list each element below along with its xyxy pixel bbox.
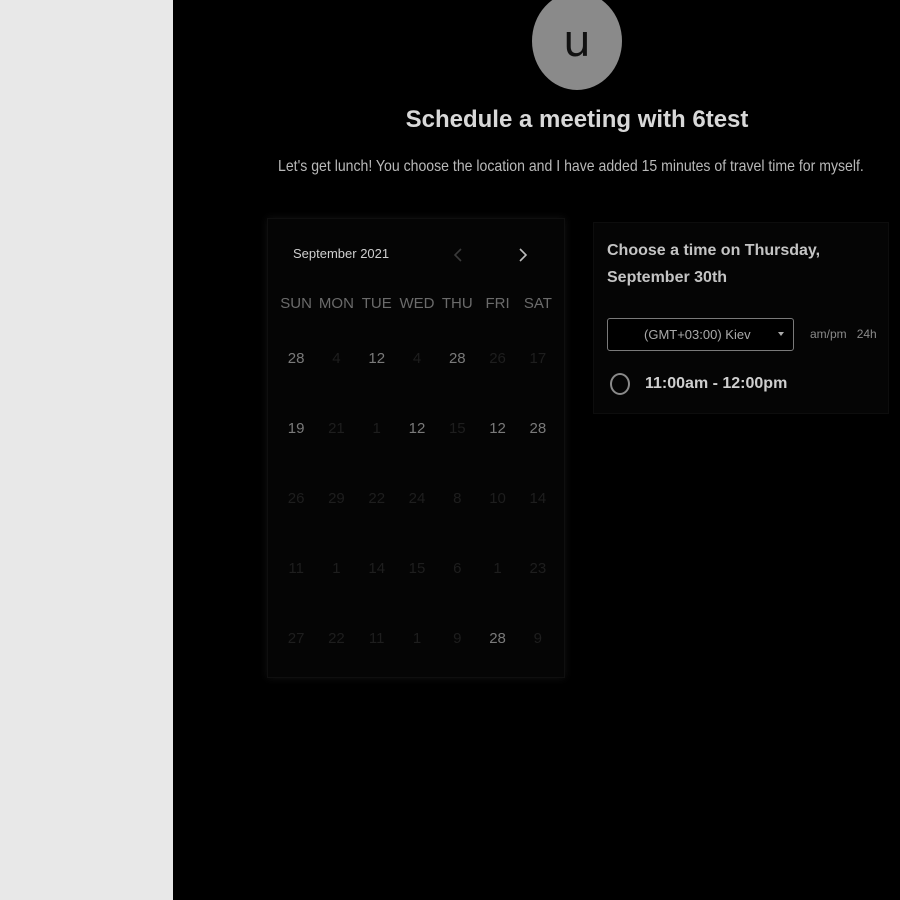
- event-description: Let's get lunch! You choose the location…: [278, 158, 864, 175]
- day-cell[interactable]: 8: [437, 463, 477, 533]
- booking-page: u Schedule a meeting with 6test Let's ge…: [173, 0, 900, 900]
- timezone-value: (GMT+03:00) Kiev: [644, 327, 751, 342]
- time-picker: Choose a time on Thursday, September 30t…: [593, 222, 889, 414]
- weekday-label: SAT: [523, 295, 552, 312]
- month-label: September 2021: [293, 246, 390, 261]
- weekday-label: TUE: [361, 295, 392, 312]
- day-cell[interactable]: 12: [397, 393, 437, 463]
- day-cell[interactable]: 21: [316, 393, 356, 463]
- day-cell[interactable]: 14: [518, 463, 558, 533]
- previous-month-button[interactable]: [446, 243, 470, 267]
- day-cell[interactable]: 9: [518, 603, 558, 673]
- day-cell[interactable]: 17: [518, 323, 558, 393]
- day-cell[interactable]: 27: [276, 603, 316, 673]
- day-cell[interactable]: 1: [316, 533, 356, 603]
- day-cell[interactable]: 22: [357, 463, 397, 533]
- timezone-select[interactable]: (GMT+03:00) Kiev: [607, 318, 794, 351]
- left-panel: [0, 0, 173, 900]
- time-picker-heading: Choose a time on Thursday, September 30t…: [607, 242, 821, 286]
- weekday-label: SUN: [280, 295, 312, 312]
- day-cell[interactable]: 1: [357, 393, 397, 463]
- weekday-label: THU: [441, 295, 473, 312]
- weekday-label: FRI: [485, 295, 510, 312]
- day-cell[interactable]: 14: [357, 533, 397, 603]
- page-title: Schedule a meeting with 6test: [405, 106, 749, 133]
- time-format-toggle: am/pm 24h: [810, 327, 877, 341]
- format-12h-option[interactable]: am/pm: [810, 327, 847, 341]
- day-cell[interactable]: 9: [437, 603, 477, 673]
- calendar: September 2021 SUN MON TUE WED THU FRI S…: [267, 218, 565, 678]
- day-cell[interactable]: 29: [316, 463, 356, 533]
- format-24h-option[interactable]: 24h: [857, 327, 877, 341]
- day-cell[interactable]: 1: [397, 603, 437, 673]
- day-cell[interactable]: 26: [276, 463, 316, 533]
- day-cell[interactable]: 22: [316, 603, 356, 673]
- day-cell[interactable]: 6: [437, 533, 477, 603]
- weekday-label: MON: [318, 295, 354, 312]
- day-cell[interactable]: 26: [477, 323, 517, 393]
- time-slot[interactable]: 11:00am - 12:00pm: [610, 373, 787, 395]
- day-cell[interactable]: 24: [397, 463, 437, 533]
- day-cell[interactable]: 1: [477, 533, 517, 603]
- day-grid: 28 4 12 4 28 26 17 19 21 1 12 15 12 28 2…: [276, 323, 558, 673]
- radio-button[interactable]: [610, 373, 630, 395]
- weekday-label: WED: [399, 295, 435, 312]
- weekday-header: SUN MON TUE WED THU FRI SAT: [276, 295, 558, 312]
- day-cell[interactable]: 28: [518, 393, 558, 463]
- next-month-button[interactable]: [511, 243, 535, 267]
- day-cell[interactable]: 15: [437, 393, 477, 463]
- avatar-letter: u: [563, 15, 591, 67]
- day-cell[interactable]: 11: [357, 603, 397, 673]
- day-cell[interactable]: 28: [276, 323, 316, 393]
- time-slot-label: 11:00am - 12:00pm: [645, 375, 788, 392]
- day-cell[interactable]: 23: [518, 533, 558, 603]
- avatar: u: [532, 0, 622, 90]
- day-cell[interactable]: 4: [397, 323, 437, 393]
- day-cell[interactable]: 12: [477, 393, 517, 463]
- day-cell[interactable]: 12: [357, 323, 397, 393]
- chevron-left-icon: [453, 248, 462, 262]
- day-cell[interactable]: 11: [276, 533, 316, 603]
- day-cell[interactable]: 10: [477, 463, 517, 533]
- day-cell[interactable]: 4: [316, 323, 356, 393]
- chevron-right-icon: [519, 248, 528, 262]
- day-cell[interactable]: 15: [397, 533, 437, 603]
- day-cell[interactable]: 28: [477, 603, 517, 673]
- day-cell[interactable]: 19: [276, 393, 316, 463]
- day-cell[interactable]: 28: [437, 323, 477, 393]
- caret-down-icon: [778, 332, 784, 336]
